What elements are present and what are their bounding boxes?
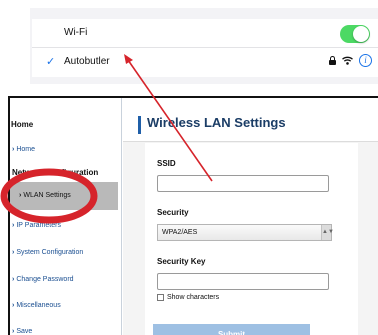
- page-title: Wireless LAN Settings: [147, 115, 286, 130]
- sidebar-home-title: Home: [11, 120, 34, 129]
- checkmark-icon: ✓: [46, 56, 56, 68]
- sidebar-item-wlan-settings[interactable]: WLAN Settings: [10, 182, 118, 210]
- submit-button[interactable]: Submit: [153, 324, 310, 335]
- security-key-label: Security Key: [157, 257, 206, 266]
- security-select-value: WPA2/AES: [162, 229, 198, 236]
- toggle-knob: [353, 26, 369, 42]
- sidebar-item-change-password[interactable]: Change Password: [12, 276, 73, 283]
- security-label: Security: [157, 208, 189, 217]
- show-characters-checkbox[interactable]: [157, 294, 164, 301]
- title-accent-bar: [138, 116, 141, 134]
- sidebar: Home Home Network Configuration WLAN Set…: [10, 98, 122, 335]
- info-icon[interactable]: i: [359, 54, 372, 67]
- wifi-toggle-label: Wi-Fi: [64, 27, 88, 38]
- content-right-margin: [358, 143, 378, 335]
- ssid-label: SSID: [157, 159, 176, 168]
- network-name: Autobutler: [64, 56, 110, 67]
- sidebar-section-title: Network Configuration: [12, 168, 99, 177]
- ssid-input[interactable]: [157, 175, 329, 192]
- wifi-toggle-switch[interactable]: [340, 25, 370, 43]
- security-select[interactable]: WPA2/AES ▲▼: [157, 224, 334, 241]
- lock-icon: [329, 56, 336, 65]
- sidebar-item-miscellaneous[interactable]: Miscellaneous: [12, 302, 60, 309]
- sidebar-item-save[interactable]: Save: [12, 328, 32, 335]
- wifi-toggle-row: Wi-Fi: [32, 19, 378, 49]
- sidebar-item-home[interactable]: Home: [12, 146, 35, 153]
- network-row-connected[interactable]: ✓ Autobutler i: [32, 47, 378, 77]
- wlan-settings-form: SSID Security WPA2/AES ▲▼ Security Key S…: [145, 143, 378, 335]
- sidebar-item-ip-parameters[interactable]: IP Parameters: [12, 222, 61, 229]
- security-key-input[interactable]: [157, 273, 329, 290]
- chevron-down-icon: ▲▼: [321, 225, 334, 240]
- page-header: Wireless LAN Settings: [123, 98, 378, 142]
- wifi-signal-icon: [342, 56, 353, 65]
- main-content: Wireless LAN Settings SSID Security WPA2…: [123, 98, 378, 335]
- show-characters-label: Show characters: [167, 294, 220, 301]
- router-admin-page: Home Home Network Configuration WLAN Set…: [8, 96, 378, 335]
- sidebar-item-system-configuration[interactable]: System Configuration: [12, 249, 83, 256]
- network-status-icons: i: [329, 54, 372, 67]
